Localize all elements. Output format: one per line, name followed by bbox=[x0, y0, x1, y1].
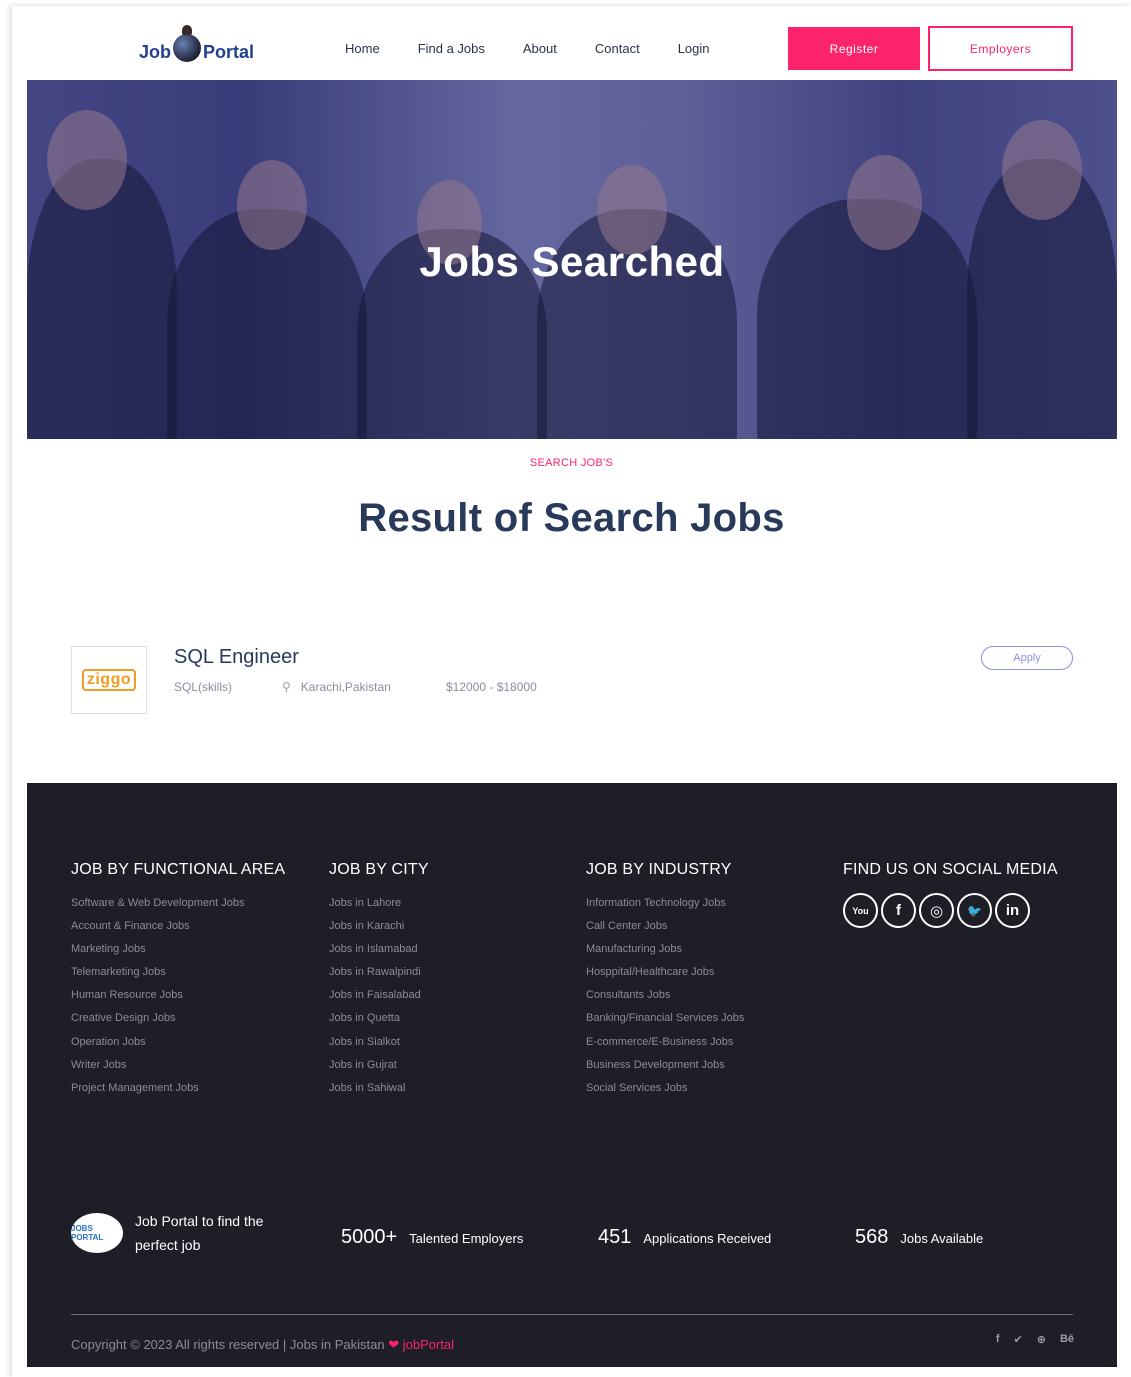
hero-title: Jobs Searched bbox=[419, 238, 725, 285]
footer-link[interactable]: Jobs in Sialkot bbox=[329, 1036, 429, 1059]
apply-button[interactable]: Apply bbox=[981, 646, 1073, 670]
job-skill: SQL(skills) bbox=[174, 680, 233, 694]
footer-link[interactable]: Creative Design Jobs bbox=[71, 1012, 285, 1035]
job-title[interactable]: SQL Engineer bbox=[174, 646, 299, 669]
logo-text-right: Portal bbox=[203, 41, 255, 62]
location-pin-icon: ⚲ bbox=[282, 680, 291, 694]
stat-label: Applications Received bbox=[643, 1231, 772, 1246]
footer-link[interactable]: Project Management Jobs bbox=[71, 1082, 285, 1105]
footer-link[interactable]: Telemarketing Jobs bbox=[71, 966, 285, 989]
footer-tagline: JOBS PORTAL Job Portal to find the perfe… bbox=[71, 1209, 285, 1257]
company-logo[interactable]: ziggo bbox=[71, 646, 147, 714]
footer-link[interactable]: Jobs in Faisalabad bbox=[329, 989, 429, 1012]
hero-banner: Jobs Searched bbox=[27, 80, 1117, 439]
footer-link[interactable]: Business Development Jobs bbox=[586, 1059, 744, 1082]
employers-button[interactable]: Employers bbox=[928, 26, 1073, 71]
stat-number: 568 bbox=[855, 1226, 889, 1248]
facebook-icon[interactable]: f bbox=[881, 893, 916, 928]
footer-link[interactable]: Jobs in Rawalpindi bbox=[329, 966, 429, 989]
mini-social-icons: f ✔ ⊕ Bē bbox=[996, 1333, 1074, 1346]
hero-figure-head bbox=[847, 155, 922, 250]
stat-applications: 451 Applications Received bbox=[598, 1226, 771, 1249]
stat-number: 451 bbox=[598, 1226, 632, 1248]
twitter-icon[interactable]: ✔ bbox=[1014, 1333, 1023, 1346]
footer-link[interactable]: Jobs in Lahore bbox=[329, 897, 429, 920]
behance-icon[interactable]: Bē bbox=[1060, 1333, 1074, 1346]
stat-employers: 5000+ Talented Employers bbox=[341, 1226, 523, 1249]
hero-figure-head bbox=[237, 160, 307, 250]
linkedin-icon[interactable]: in bbox=[995, 893, 1030, 928]
tagline-text: Job Portal to find the perfect job bbox=[135, 1213, 264, 1253]
footer-link[interactable]: Jobs in Karachi bbox=[329, 920, 429, 943]
nav-login[interactable]: Login bbox=[678, 41, 710, 56]
footer-link[interactable]: Jobs in Quetta bbox=[329, 1012, 429, 1035]
copyright-brand-link[interactable]: jobPortal bbox=[403, 1337, 454, 1352]
job-card: ziggo SQL Engineer SQL(skills) ⚲ Karachi,… bbox=[71, 646, 1073, 716]
footer-link[interactable]: Social Services Jobs bbox=[586, 1082, 744, 1105]
footer-link[interactable]: Jobs in Gujrat bbox=[329, 1059, 429, 1082]
hero-figure-head bbox=[47, 110, 127, 210]
footer-link[interactable]: Software & Web Development Jobs bbox=[71, 897, 285, 920]
company-logo-text: ziggo bbox=[81, 669, 137, 691]
footer-heading-social: FIND US ON SOCIAL MEDIA bbox=[843, 861, 1058, 878]
section-title: Result of Search Jobs bbox=[358, 496, 785, 540]
youtube-icon[interactable]: You bbox=[843, 893, 878, 928]
nav-home[interactable]: Home bbox=[345, 41, 380, 56]
footer-col-functional: JOB BY FUNCTIONAL AREA Software & Web De… bbox=[71, 861, 285, 1105]
footer-col-social: FIND US ON SOCIAL MEDIA You f ◎ 🐦 in bbox=[843, 861, 1058, 928]
footer-divider bbox=[71, 1314, 1073, 1315]
footer-col-city: JOB BY CITY Jobs in Lahore Jobs in Karac… bbox=[329, 861, 429, 1105]
footer-link[interactable]: Writer Jobs bbox=[71, 1059, 285, 1082]
footer-link[interactable]: Manufacturing Jobs bbox=[586, 943, 744, 966]
nav-contact[interactable]: Contact bbox=[595, 41, 640, 56]
stat-number: 5000+ bbox=[341, 1226, 398, 1248]
footer-link[interactable]: Hosppital/Healthcare Jobs bbox=[586, 966, 744, 989]
footer-link[interactable]: Information Technology Jobs bbox=[586, 897, 744, 920]
job-meta: SQL(skills) ⚲ Karachi,Pakistan $12000 - $… bbox=[174, 680, 537, 694]
instagram-icon[interactable]: ◎ bbox=[919, 893, 954, 928]
social-icons: You f ◎ 🐦 in bbox=[843, 893, 1058, 928]
job-salary: $12000 - $18000 bbox=[446, 680, 537, 694]
nav-about[interactable]: About bbox=[523, 41, 557, 56]
footer: JOB BY FUNCTIONAL AREA Software & Web De… bbox=[27, 783, 1117, 1367]
globe-icon[interactable]: ⊕ bbox=[1037, 1333, 1046, 1346]
footer-link[interactable]: Call Center Jobs bbox=[586, 920, 744, 943]
footer-link[interactable]: Operation Jobs bbox=[71, 1036, 285, 1059]
site-logo[interactable]: Job Portal bbox=[139, 25, 255, 78]
register-button[interactable]: Register bbox=[788, 27, 920, 70]
footer-link[interactable]: Banking/Financial Services Jobs bbox=[586, 1012, 744, 1035]
footer-link[interactable]: Jobs in Sahiwal bbox=[329, 1082, 429, 1105]
footer-link[interactable]: Human Resource Jobs bbox=[71, 989, 285, 1012]
footer-link[interactable]: Jobs in Islamabad bbox=[329, 943, 429, 966]
globe-icon bbox=[173, 25, 202, 62]
copyright-text: Copyright © 2023 All rights reserved | J… bbox=[71, 1337, 385, 1352]
footer-col-industry: JOB BY INDUSTRY Information Technology J… bbox=[586, 861, 744, 1105]
copyright: Copyright © 2023 All rights reserved | J… bbox=[71, 1337, 454, 1353]
main-nav: Home Find a Jobs About Contact Login bbox=[345, 41, 748, 56]
footer-link[interactable]: Marketing Jobs bbox=[71, 943, 285, 966]
stat-label: Talented Employers bbox=[409, 1231, 524, 1246]
logo-text-left: Job bbox=[139, 41, 172, 62]
nav-find-jobs[interactable]: Find a Jobs bbox=[418, 41, 485, 56]
page: Job Portal Home Find a Jobs About Contac… bbox=[12, 6, 1131, 1377]
footer-logo[interactable]: JOBS PORTAL bbox=[71, 1213, 123, 1253]
stat-label: Jobs Available bbox=[900, 1231, 984, 1246]
footer-heading-industry: JOB BY INDUSTRY bbox=[586, 861, 732, 878]
footer-link[interactable]: E-commerce/E-Business Jobs bbox=[586, 1036, 744, 1059]
stat-jobs: 568 Jobs Available bbox=[855, 1226, 983, 1249]
job-location-text: Karachi,Pakistan bbox=[300, 680, 391, 694]
twitter-icon[interactable]: 🐦 bbox=[957, 893, 992, 928]
job-location: ⚲ Karachi,Pakistan bbox=[282, 680, 446, 694]
hero-figure-head bbox=[1002, 120, 1082, 220]
footer-heading-functional: JOB BY FUNCTIONAL AREA bbox=[71, 861, 286, 878]
section-kicker: SEARCH JOB'S bbox=[529, 457, 614, 469]
facebook-icon[interactable]: f bbox=[996, 1333, 1000, 1346]
footer-link[interactable]: Consultants Jobs bbox=[586, 989, 744, 1012]
footer-heading-city: JOB BY CITY bbox=[329, 861, 429, 878]
heart-icon: ❤ bbox=[388, 1337, 400, 1352]
footer-link[interactable]: Account & Finance Jobs bbox=[71, 920, 285, 943]
